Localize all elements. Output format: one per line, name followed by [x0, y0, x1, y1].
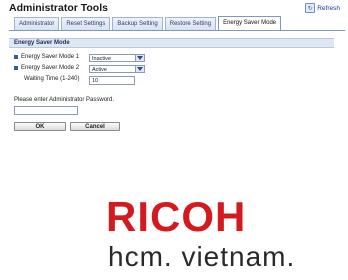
header-bar: Administrator Tools ↻ Refresh: [0, 0, 348, 14]
password-prompt: Please enter Administrator Password.: [14, 97, 115, 103]
chevron-down-icon: [135, 66, 144, 72]
mode1-label: Energy Saver Mode 1: [21, 54, 80, 60]
chevron-down-icon: [135, 55, 144, 61]
refresh-label: Refresh: [317, 4, 340, 12]
tab-restore-setting[interactable]: Restore Setting: [164, 17, 217, 30]
tab-backup-setting[interactable]: Backup Setting: [112, 17, 163, 30]
waiting-time-input[interactable]: 10: [89, 76, 135, 85]
ok-button[interactable]: OK: [14, 122, 66, 131]
cancel-button[interactable]: Cancel: [70, 122, 120, 131]
mode2-select-value: Active: [92, 67, 107, 73]
mode1-row: Energy Saver Mode 1: [14, 54, 79, 60]
tab-reset-settings[interactable]: Reset Settings: [61, 17, 111, 30]
mode1-select[interactable]: Inactive: [89, 54, 145, 62]
waiting-row: Waiting Time (1-240): [24, 76, 79, 82]
mode1-select-value: Inactive: [92, 56, 111, 62]
tab-divider: [9, 30, 345, 31]
refresh-button[interactable]: ↻ Refresh: [305, 3, 340, 13]
password-input[interactable]: [14, 106, 78, 115]
mode2-label: Energy Saver Mode 2: [21, 65, 80, 71]
bullet-icon: [14, 66, 18, 70]
tab-energy-saver-mode[interactable]: Energy Saver Mode: [218, 16, 282, 30]
ricoh-logo-watermark: RICOH hcm. vietnam.: [106, 194, 348, 280]
section-title: Energy Saver Mode: [14, 40, 70, 46]
bullet-icon: [14, 55, 18, 59]
watermark-subtitle: hcm. vietnam.: [108, 241, 296, 272]
tab-bar: Administrator Reset Settings Backup Sett…: [14, 16, 282, 30]
ricoh-logo: RICOH: [106, 193, 247, 240]
mode2-select[interactable]: Active: [89, 65, 145, 73]
tab-administrator[interactable]: Administrator: [14, 17, 60, 30]
waiting-label: Waiting Time (1-240): [24, 76, 80, 82]
page-title: Administrator Tools: [9, 2, 108, 14]
mode2-row: Energy Saver Mode 2: [14, 65, 79, 71]
refresh-icon: ↻: [305, 3, 316, 13]
